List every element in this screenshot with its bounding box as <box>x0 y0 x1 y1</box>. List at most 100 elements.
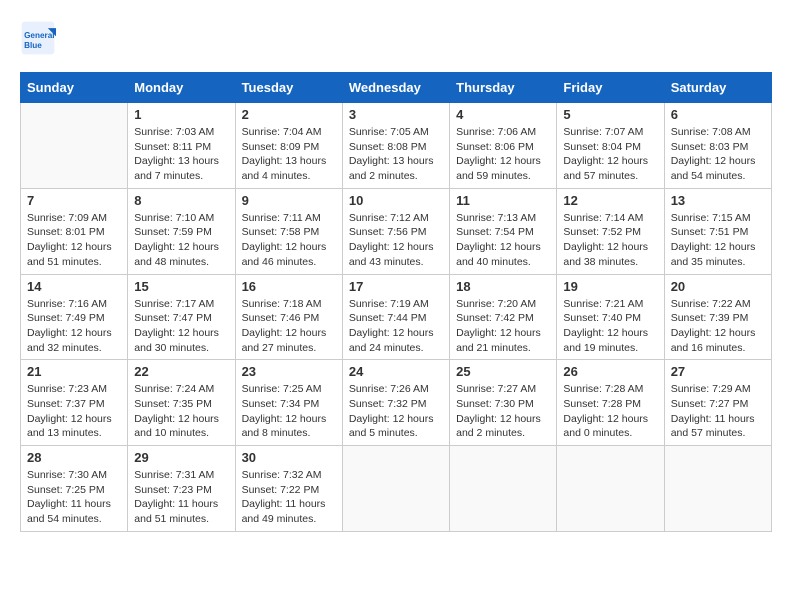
calendar-cell: 1 Sunrise: 7:03 AMSunset: 8:11 PMDaylight… <box>128 103 235 189</box>
calendar-header: SundayMondayTuesdayWednesdayThursdayFrid… <box>21 73 772 103</box>
day-header-friday: Friday <box>557 73 664 103</box>
day-info: Sunrise: 7:22 AMSunset: 7:39 PMDaylight:… <box>671 297 765 356</box>
day-header-tuesday: Tuesday <box>235 73 342 103</box>
logo: General Blue <box>20 20 60 56</box>
calendar-cell: 15 Sunrise: 7:17 AMSunset: 7:47 PMDayligh… <box>128 274 235 360</box>
week-row-5: 28 Sunrise: 7:30 AMSunset: 7:25 PMDayligh… <box>21 446 772 532</box>
day-number: 24 <box>349 364 443 379</box>
day-info: Sunrise: 7:12 AMSunset: 7:56 PMDaylight:… <box>349 211 443 270</box>
day-number: 27 <box>671 364 765 379</box>
day-number: 28 <box>27 450 121 465</box>
calendar-cell: 23 Sunrise: 7:25 AMSunset: 7:34 PMDayligh… <box>235 360 342 446</box>
day-number: 16 <box>242 279 336 294</box>
day-info: Sunrise: 7:17 AMSunset: 7:47 PMDaylight:… <box>134 297 228 356</box>
calendar-cell: 3 Sunrise: 7:05 AMSunset: 8:08 PMDaylight… <box>342 103 449 189</box>
calendar-cell: 26 Sunrise: 7:28 AMSunset: 7:28 PMDayligh… <box>557 360 664 446</box>
day-info: Sunrise: 7:03 AMSunset: 8:11 PMDaylight:… <box>134 125 228 184</box>
calendar-cell <box>21 103 128 189</box>
calendar-cell <box>342 446 449 532</box>
day-number: 9 <box>242 193 336 208</box>
day-info: Sunrise: 7:08 AMSunset: 8:03 PMDaylight:… <box>671 125 765 184</box>
calendar-body: 1 Sunrise: 7:03 AMSunset: 8:11 PMDaylight… <box>21 103 772 532</box>
calendar-cell: 9 Sunrise: 7:11 AMSunset: 7:58 PMDaylight… <box>235 188 342 274</box>
calendar-cell: 30 Sunrise: 7:32 AMSunset: 7:22 PMDayligh… <box>235 446 342 532</box>
calendar-cell: 11Sunrise: 7:13 AMSunset: 7:54 PMDayligh… <box>450 188 557 274</box>
day-number: 21 <box>27 364 121 379</box>
day-number: 14 <box>27 279 121 294</box>
day-info: Sunrise: 7:24 AMSunset: 7:35 PMDaylight:… <box>134 382 228 441</box>
day-info: Sunrise: 7:04 AMSunset: 8:09 PMDaylight:… <box>242 125 336 184</box>
day-number: 1 <box>134 107 228 122</box>
day-number: 8 <box>134 193 228 208</box>
day-number: 18 <box>456 279 550 294</box>
calendar-cell: 4 Sunrise: 7:06 AMSunset: 8:06 PMDaylight… <box>450 103 557 189</box>
calendar-cell: 17 Sunrise: 7:19 AMSunset: 7:44 PMDayligh… <box>342 274 449 360</box>
day-info: Sunrise: 7:14 AMSunset: 7:52 PMDaylight:… <box>563 211 657 270</box>
day-info: Sunrise: 7:21 AMSunset: 7:40 PMDaylight:… <box>563 297 657 356</box>
logo-icon: General Blue <box>20 20 56 56</box>
day-number: 2 <box>242 107 336 122</box>
calendar-cell: 8 Sunrise: 7:10 AMSunset: 7:59 PMDaylight… <box>128 188 235 274</box>
day-number: 3 <box>349 107 443 122</box>
day-number: 17 <box>349 279 443 294</box>
calendar-cell: 5Sunrise: 7:07 AMSunset: 8:04 PMDaylight… <box>557 103 664 189</box>
day-info: Sunrise: 7:29 AMSunset: 7:27 PMDaylight:… <box>671 382 765 441</box>
day-info: Sunrise: 7:05 AMSunset: 8:08 PMDaylight:… <box>349 125 443 184</box>
calendar-cell: 27 Sunrise: 7:29 AMSunset: 7:27 PMDayligh… <box>664 360 771 446</box>
day-number: 13 <box>671 193 765 208</box>
calendar-table: SundayMondayTuesdayWednesdayThursdayFrid… <box>20 72 772 532</box>
day-header-sunday: Sunday <box>21 73 128 103</box>
calendar-cell: 14 Sunrise: 7:16 AMSunset: 7:49 PMDayligh… <box>21 274 128 360</box>
page-header: General Blue <box>20 20 772 56</box>
day-header-monday: Monday <box>128 73 235 103</box>
day-number: 20 <box>671 279 765 294</box>
calendar-cell: 13 Sunrise: 7:15 AMSunset: 7:51 PMDayligh… <box>664 188 771 274</box>
calendar-cell: 22 Sunrise: 7:24 AMSunset: 7:35 PMDayligh… <box>128 360 235 446</box>
day-number: 23 <box>242 364 336 379</box>
day-number: 29 <box>134 450 228 465</box>
calendar-cell: 2 Sunrise: 7:04 AMSunset: 8:09 PMDaylight… <box>235 103 342 189</box>
calendar-cell: 21 Sunrise: 7:23 AMSunset: 7:37 PMDayligh… <box>21 360 128 446</box>
calendar-cell: 19 Sunrise: 7:21 AMSunset: 7:40 PMDayligh… <box>557 274 664 360</box>
day-info: Sunrise: 7:09 AMSunset: 8:01 PMDaylight:… <box>27 211 121 270</box>
day-header-thursday: Thursday <box>450 73 557 103</box>
calendar-cell <box>557 446 664 532</box>
day-number: 4 <box>456 107 550 122</box>
svg-text:General: General <box>24 31 54 40</box>
week-row-3: 14 Sunrise: 7:16 AMSunset: 7:49 PMDayligh… <box>21 274 772 360</box>
day-info: Sunrise: 7:16 AMSunset: 7:49 PMDaylight:… <box>27 297 121 356</box>
day-info: Sunrise: 7:19 AMSunset: 7:44 PMDaylight:… <box>349 297 443 356</box>
day-info: Sunrise: 7:27 AMSunset: 7:30 PMDaylight:… <box>456 382 550 441</box>
day-number: 30 <box>242 450 336 465</box>
day-number: 19 <box>563 279 657 294</box>
svg-text:Blue: Blue <box>24 41 42 50</box>
day-info: Sunrise: 7:31 AMSunset: 7:23 PMDaylight:… <box>134 468 228 527</box>
day-info: Sunrise: 7:07 AMSunset: 8:04 PMDaylight:… <box>563 125 657 184</box>
calendar-cell <box>664 446 771 532</box>
day-number: 15 <box>134 279 228 294</box>
calendar-cell <box>450 446 557 532</box>
calendar-cell: 10 Sunrise: 7:12 AMSunset: 7:56 PMDayligh… <box>342 188 449 274</box>
day-number: 26 <box>563 364 657 379</box>
day-info: Sunrise: 7:06 AMSunset: 8:06 PMDaylight:… <box>456 125 550 184</box>
calendar-cell: 12Sunrise: 7:14 AMSunset: 7:52 PMDayligh… <box>557 188 664 274</box>
day-info: Sunrise: 7:13 AMSunset: 7:54 PMDaylight:… <box>456 211 550 270</box>
day-info: Sunrise: 7:23 AMSunset: 7:37 PMDaylight:… <box>27 382 121 441</box>
calendar-cell: 7 Sunrise: 7:09 AMSunset: 8:01 PMDaylight… <box>21 188 128 274</box>
calendar-cell: 6 Sunrise: 7:08 AMSunset: 8:03 PMDaylight… <box>664 103 771 189</box>
day-number: 6 <box>671 107 765 122</box>
day-info: Sunrise: 7:25 AMSunset: 7:34 PMDaylight:… <box>242 382 336 441</box>
day-number: 10 <box>349 193 443 208</box>
week-row-1: 1 Sunrise: 7:03 AMSunset: 8:11 PMDaylight… <box>21 103 772 189</box>
calendar-cell: 28 Sunrise: 7:30 AMSunset: 7:25 PMDayligh… <box>21 446 128 532</box>
day-number: 7 <box>27 193 121 208</box>
day-info: Sunrise: 7:15 AMSunset: 7:51 PMDaylight:… <box>671 211 765 270</box>
day-info: Sunrise: 7:32 AMSunset: 7:22 PMDaylight:… <box>242 468 336 527</box>
day-number: 22 <box>134 364 228 379</box>
day-info: Sunrise: 7:11 AMSunset: 7:58 PMDaylight:… <box>242 211 336 270</box>
day-info: Sunrise: 7:28 AMSunset: 7:28 PMDaylight:… <box>563 382 657 441</box>
day-header-saturday: Saturday <box>664 73 771 103</box>
day-info: Sunrise: 7:18 AMSunset: 7:46 PMDaylight:… <box>242 297 336 356</box>
day-info: Sunrise: 7:30 AMSunset: 7:25 PMDaylight:… <box>27 468 121 527</box>
day-info: Sunrise: 7:10 AMSunset: 7:59 PMDaylight:… <box>134 211 228 270</box>
